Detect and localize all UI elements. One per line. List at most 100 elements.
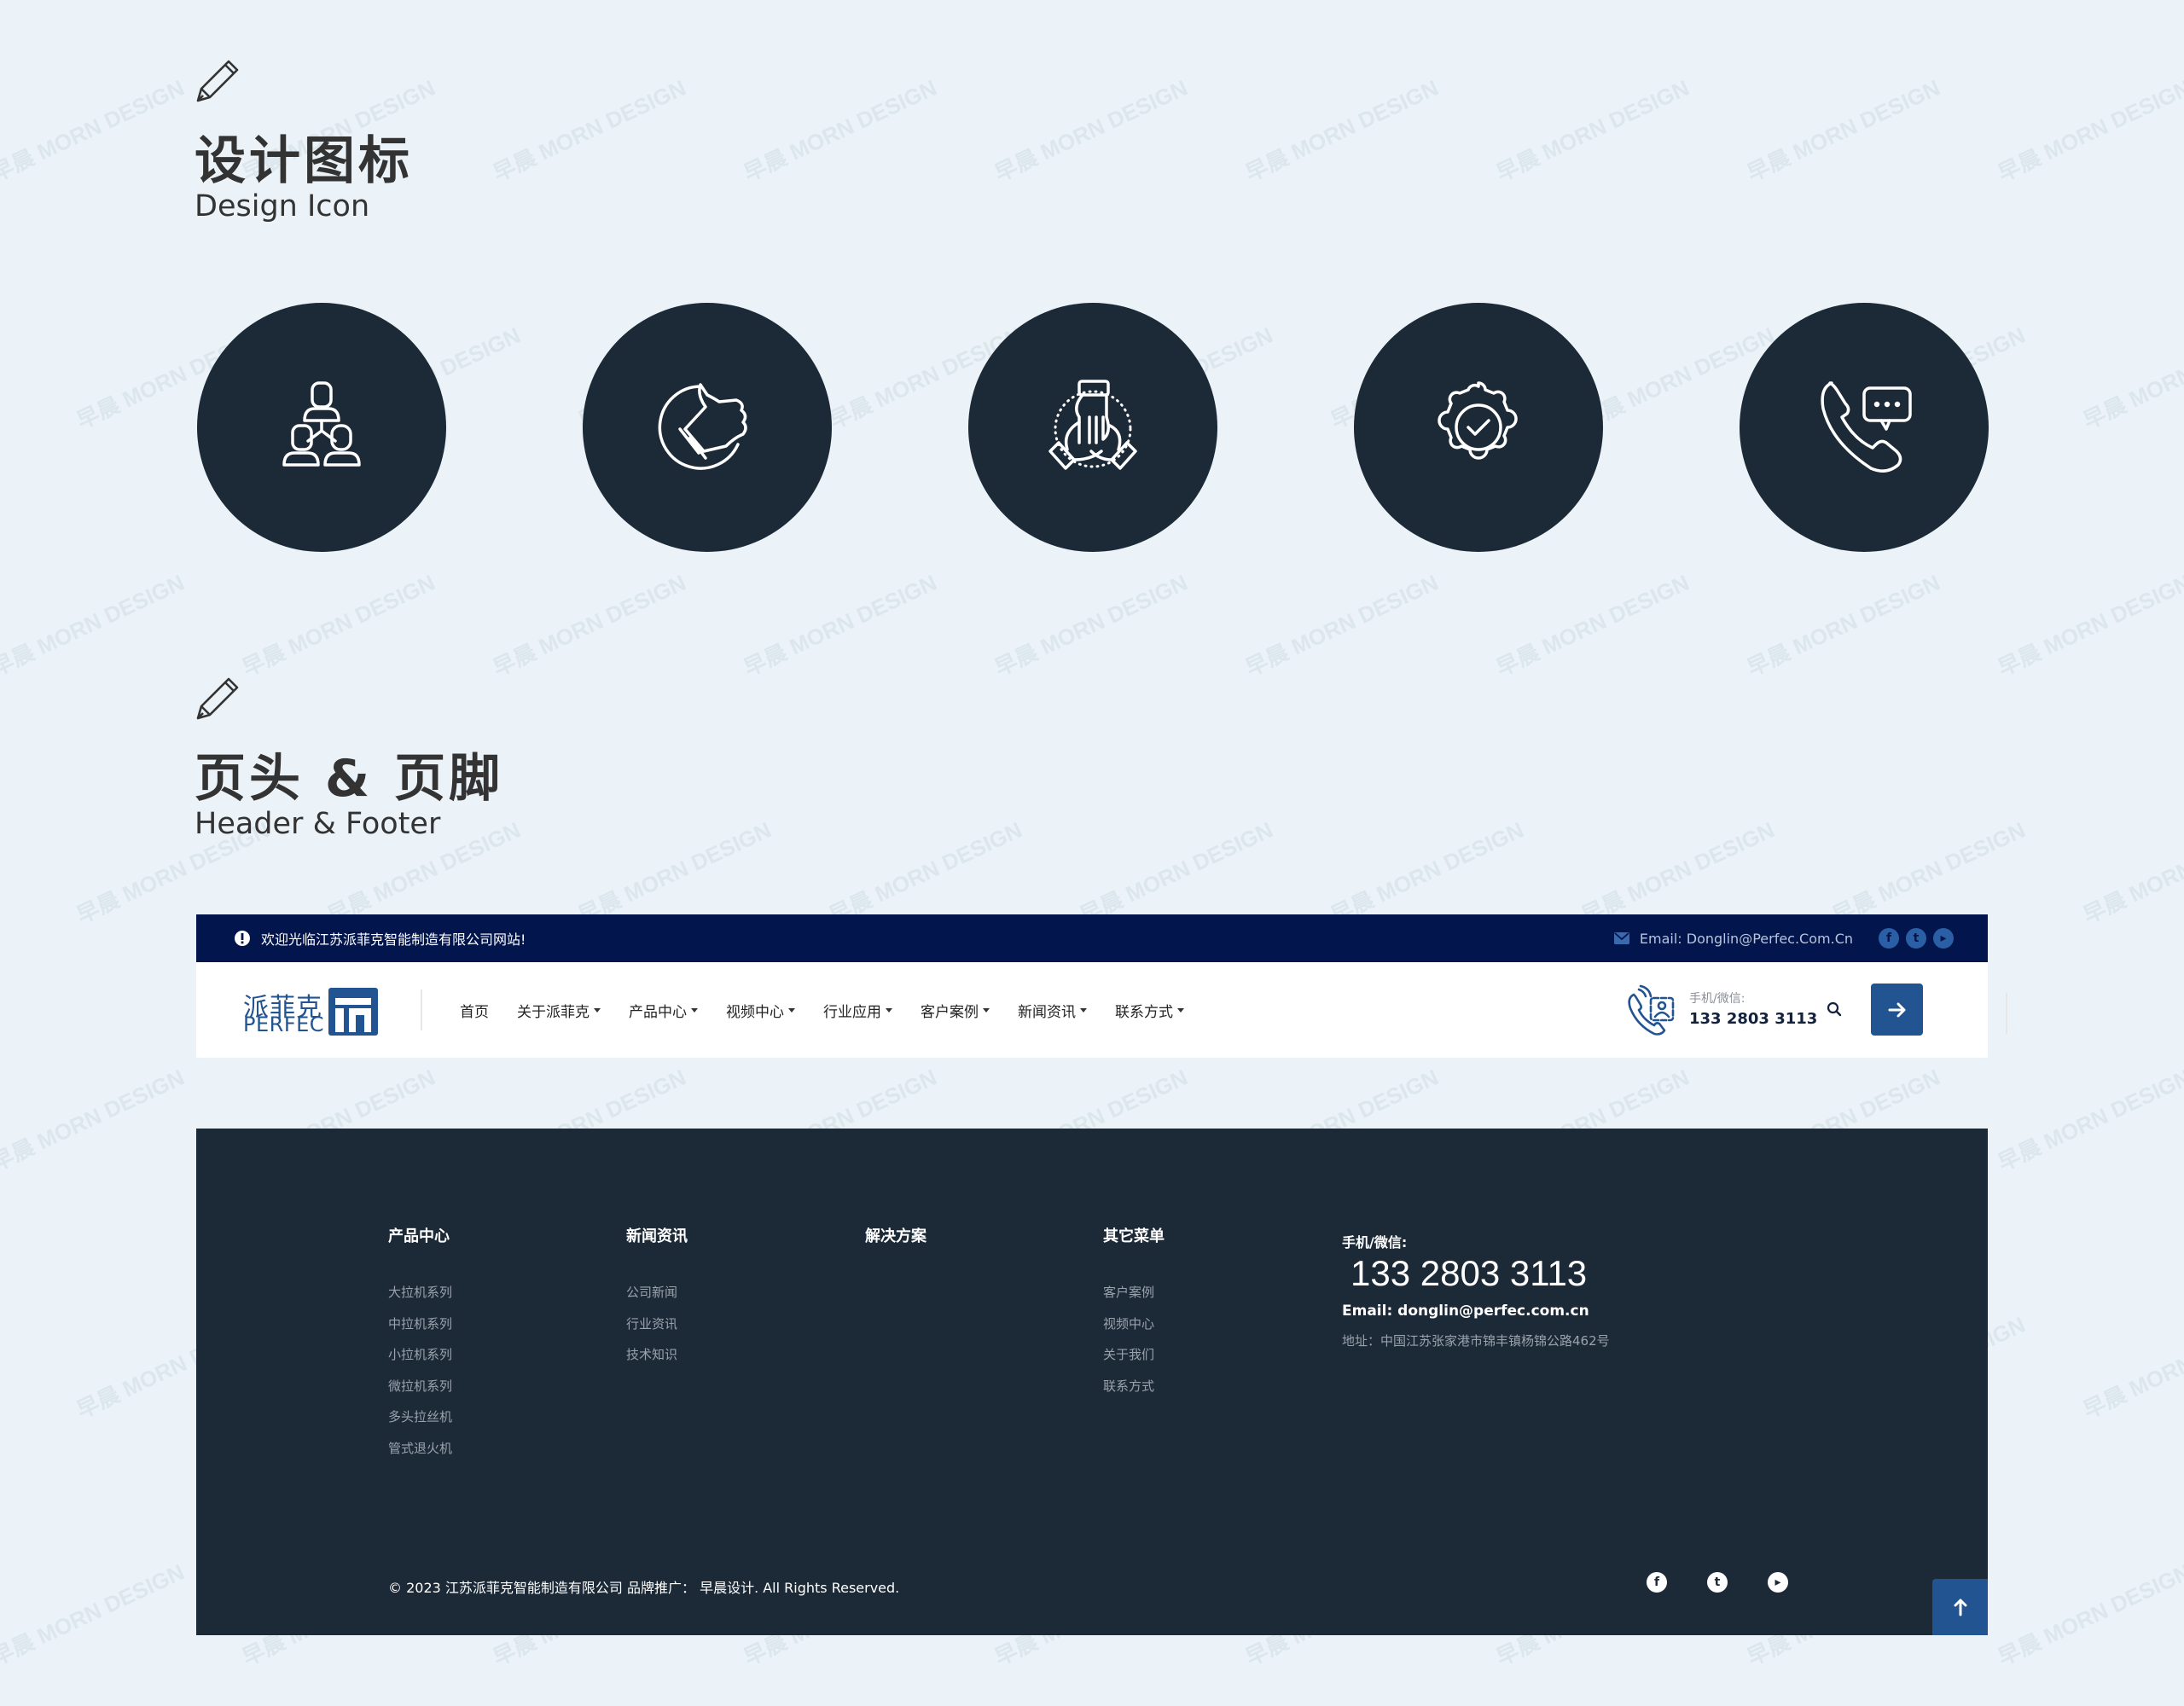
topbar-social: f t ▸	[1879, 928, 1954, 949]
facebook-icon[interactable]: f	[1879, 928, 1899, 949]
footer-column-title: 产品中心	[388, 1227, 450, 1245]
footer-email[interactable]: Email: donglin@perfec.com.cn	[1342, 1303, 1610, 1320]
search-icon	[1827, 1001, 1842, 1017]
nav-item[interactable]: 行业应用	[823, 1000, 892, 1021]
footer-address: 地址：中国江苏张家港市锦丰镇杨锦公路462号	[1342, 1333, 1610, 1349]
copyright: © 2023 江苏派菲克智能制造有限公司 品牌推广： 早晨设计. All Rig…	[388, 1580, 900, 1596]
header-phone: 手机/微信: 133 2803 3113	[1625, 984, 1817, 1039]
nav-item[interactable]: 关于派菲克	[517, 1000, 601, 1021]
pencil-icon	[196, 60, 239, 102]
back-to-top-button[interactable]	[1932, 1579, 1988, 1635]
caret-down-icon	[594, 1007, 601, 1013]
caret-down-icon	[691, 1007, 698, 1013]
footer-link[interactable]: 联系方式	[1103, 1371, 1165, 1402]
nav-item-label: 产品中心	[629, 1003, 687, 1021]
site-footer: 产品中心 大拉机系列 中拉机系列 小拉机系列 微拉机系列 多头拉丝机 管式退火机…	[196, 1129, 1988, 1635]
footer-link[interactable]: 视频中心	[1103, 1309, 1165, 1340]
footer-link[interactable]: 行业资讯	[626, 1309, 688, 1340]
watermark: 早晨 MORN DESIGN	[825, 816, 1026, 929]
youtube-icon[interactable]: ▸	[1933, 928, 1954, 949]
twitter-icon[interactable]: t	[1906, 928, 1926, 949]
arrow-right-icon	[1888, 1002, 1905, 1017]
nav-item[interactable]: 首页	[460, 1000, 489, 1021]
watermark: 早晨 MORN DESIGN	[1327, 816, 1528, 929]
watermark: 早晨 MORN DESIGN	[1492, 569, 1693, 682]
footer-column-products: 产品中心 大拉机系列 中拉机系列 小拉机系列 微拉机系列 多头拉丝机 管式退火机	[388, 1224, 452, 1464]
icon-card-teamwork	[968, 303, 1217, 552]
caret-down-icon	[886, 1007, 892, 1013]
footer-column-solutions: 解决方案	[865, 1224, 926, 1277]
section-title-design-icon: 设计图标	[195, 131, 413, 191]
footer-contact: 手机/微信: 133 2803 3113 Email: donglin@perf…	[1342, 1231, 1610, 1349]
footer-link[interactable]: 管式退火机	[388, 1433, 452, 1465]
watermark: 早晨 MORN DESIGN	[1743, 74, 1944, 187]
footer-column-title: 解决方案	[865, 1227, 926, 1245]
nav-item-label: 新闻资讯	[1018, 1003, 1076, 1021]
watermark: 早晨 MORN DESIGN	[740, 74, 941, 187]
watermark: 早晨 MORN DESIGN	[1743, 569, 1944, 682]
nav-item[interactable]: 客户案例	[921, 1000, 990, 1021]
footer-link[interactable]: 技术知识	[626, 1339, 688, 1371]
footer-column-news: 新闻资讯 公司新闻 行业资讯 技术知识	[626, 1224, 688, 1371]
caret-down-icon	[1080, 1007, 1087, 1013]
thumbs-up-icon	[658, 383, 747, 470]
footer-link[interactable]: 小拉机系列	[388, 1339, 452, 1371]
watermark: 早晨 MORN DESIGN	[1241, 74, 1443, 187]
nav-item-label: 行业应用	[823, 1003, 881, 1021]
footer-phone-label: 手机/微信:	[1342, 1234, 1408, 1250]
logo[interactable]: 派菲克 PERFEC	[243, 986, 388, 1036]
watermark: 早晨 MORN DESIGN	[1492, 74, 1693, 187]
arrow-up-icon	[1954, 1599, 1966, 1616]
footer-link[interactable]: 微拉机系列	[388, 1371, 452, 1402]
mail-icon	[1613, 932, 1629, 944]
footer-phone-number[interactable]: 133 2803 3113	[1342, 1253, 1610, 1294]
watermark: 早晨 MORN DESIGN	[740, 569, 941, 682]
phone-chat-icon	[1821, 381, 1912, 473]
section-subtitle-design-icon: Design Icon	[195, 189, 370, 223]
header-phone-label: 手机/微信:	[1689, 992, 1745, 1006]
footer-link[interactable]: 客户案例	[1103, 1277, 1165, 1309]
watermark: 早晨 MORN DESIGN	[0, 74, 189, 187]
youtube-icon[interactable]: ▸	[1768, 1572, 1788, 1593]
topbar-email[interactable]: Email: Donglin@Perfec.Com.Cn	[1640, 931, 1853, 947]
watermark: 早晨 MORN DESIGN	[238, 569, 439, 682]
topbar-right: Email: Donglin@Perfec.Com.Cn f t ▸	[1613, 914, 1954, 962]
footer-link[interactable]: 多头拉丝机	[388, 1401, 452, 1433]
icon-card-phone	[1740, 303, 1989, 552]
nav-item-label: 首页	[460, 1003, 489, 1021]
footer-link[interactable]: 大拉机系列	[388, 1277, 452, 1309]
watermark: 早晨 MORN DESIGN	[1994, 1064, 2184, 1176]
nav-item[interactable]: 产品中心	[629, 1000, 698, 1021]
go-button[interactable]	[1871, 984, 1923, 1036]
nav-item[interactable]: 视频中心	[726, 1000, 795, 1021]
footer-column-title: 新闻资讯	[626, 1227, 688, 1245]
caret-down-icon	[983, 1007, 990, 1013]
welcome-text: 欢迎光临江苏派菲克智能制造有限公司网站!	[261, 931, 526, 948]
header-phone-number[interactable]: 133 2803 3113	[1689, 1010, 1817, 1028]
watermark: 早晨 MORN DESIGN	[1994, 74, 2184, 187]
watermark: 早晨 MORN DESIGN	[0, 569, 189, 682]
facebook-icon[interactable]: f	[1647, 1572, 1667, 1593]
pencil-icon	[196, 677, 239, 720]
twitter-icon[interactable]: t	[1707, 1572, 1728, 1593]
watermark: 早晨 MORN DESIGN	[574, 816, 775, 929]
footer-link[interactable]: 中拉机系列	[388, 1309, 452, 1340]
search-button[interactable]	[1821, 996, 1847, 1022]
nav-item[interactable]: 联系方式	[1115, 1000, 1184, 1021]
gear-check-icon	[1438, 381, 1518, 460]
nav-item-label: 联系方式	[1115, 1003, 1173, 1021]
phone-contact-icon	[1628, 984, 1675, 1036]
welcome-message: 欢迎光临江苏派菲克智能制造有限公司网站!	[234, 914, 526, 962]
watermark: 早晨 MORN DESIGN	[489, 74, 690, 187]
watermark: 早晨 MORN DESIGN	[990, 74, 1192, 187]
footer-link[interactable]: 公司新闻	[626, 1277, 688, 1309]
footer-link[interactable]: 关于我们	[1103, 1339, 1165, 1371]
watermark: 早晨 MORN DESIGN	[0, 1064, 189, 1176]
footer-column-other: 其它菜单 客户案例 视频中心 关于我们 联系方式	[1103, 1224, 1165, 1401]
watermark: 早晨 MORN DESIGN	[990, 569, 1192, 682]
icon-card-team	[197, 303, 446, 552]
nav-item[interactable]: 新闻资讯	[1018, 1000, 1087, 1021]
icon-card-thumbs-up	[583, 303, 832, 552]
nav-item-label: 客户案例	[921, 1003, 979, 1021]
site-header: 派菲克 PERFEC 首页 关于派菲克 产品中心 视频中心 行业应用 客户案例 新闻资讯 联系…	[196, 962, 2007, 1058]
